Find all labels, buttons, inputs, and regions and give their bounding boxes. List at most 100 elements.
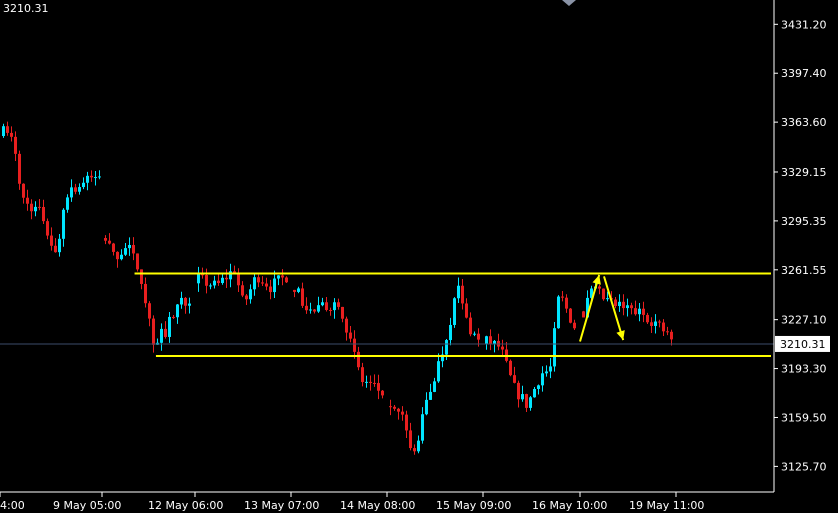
candle-bear	[405, 414, 408, 431]
candle-bear	[26, 197, 29, 204]
candle-bear	[329, 309, 332, 311]
candle-bear	[184, 297, 187, 306]
candle-bear	[393, 406, 396, 409]
candle-bull	[626, 305, 629, 309]
candle-bull	[365, 381, 368, 383]
candle-bear	[305, 305, 308, 311]
candle-bear	[642, 308, 645, 315]
price-readout: 3210.31	[3, 2, 49, 15]
candle-bull	[537, 385, 540, 389]
candle-bear	[465, 303, 468, 318]
candle-bull	[425, 399, 428, 415]
candle-bear	[50, 235, 53, 246]
candle-bull	[82, 182, 85, 188]
candle-bull	[618, 301, 621, 307]
candle-bear	[409, 430, 412, 449]
candle-bear	[14, 136, 17, 154]
candle-bear	[144, 283, 147, 304]
candle-bear	[241, 285, 244, 296]
price-chart[interactable]: 3431.20 3397.40 3363.60 3329.15 3295.35 3261.…	[0, 0, 838, 513]
price-tick-label: 3159.50	[781, 411, 827, 424]
price-tick-label: 3227.10	[781, 314, 827, 327]
candle-bear	[401, 411, 404, 415]
candle-bear	[349, 332, 352, 339]
candle-bear	[489, 336, 492, 345]
candle-bull	[485, 336, 488, 344]
time-tick-label: 16 May 10:00	[532, 499, 607, 512]
candle-bear	[413, 448, 416, 452]
candle-bear	[313, 309, 316, 312]
candle-bear	[650, 322, 653, 326]
current-price-label: 3210.31	[780, 338, 826, 351]
candle-bull	[34, 206, 37, 212]
candle-bull	[98, 176, 101, 178]
candle-bear	[164, 328, 167, 337]
candle-bull	[321, 302, 324, 306]
candle-bear	[285, 277, 288, 283]
price-tick-label: 3397.40	[781, 67, 827, 80]
candle-bear	[389, 406, 392, 408]
candle-bear	[614, 299, 617, 307]
candle-bull	[437, 361, 440, 382]
candle-bull	[58, 238, 61, 253]
candle-bear	[245, 295, 248, 300]
candle-bear	[301, 288, 304, 306]
candle-bull	[188, 303, 191, 306]
candle-bear	[341, 306, 344, 319]
candle-bear	[172, 316, 175, 318]
candle-bear	[598, 286, 601, 289]
candle-bear	[634, 308, 637, 315]
candle-bull	[176, 304, 179, 318]
candle-bull	[445, 340, 448, 355]
candle-bull	[70, 187, 73, 198]
current-price-badge: 3210.31	[775, 335, 830, 352]
candle-bear	[622, 301, 625, 309]
candle-bull	[78, 187, 81, 192]
candle-bull	[180, 297, 183, 305]
candle-bear	[116, 251, 119, 260]
candle-bear	[112, 243, 115, 252]
candle-bear	[136, 253, 139, 270]
candle-bull	[541, 373, 544, 386]
candle-bull	[473, 333, 476, 335]
candle-bear	[293, 289, 296, 292]
candle-bear	[381, 390, 384, 396]
candle-bear	[357, 351, 360, 368]
candle-bear	[477, 333, 480, 340]
candle-bull	[160, 328, 163, 343]
candle-bear	[602, 288, 605, 300]
candle-bull	[453, 298, 456, 325]
time-tick-label: 9 May 05:00	[53, 499, 121, 512]
candle-bull	[529, 397, 532, 408]
candle-bear	[630, 305, 633, 309]
candle-bear	[148, 303, 151, 319]
candle-bear	[38, 206, 41, 208]
candle-bear	[461, 285, 464, 304]
candle-bear	[30, 203, 33, 212]
candle-bear	[469, 317, 472, 335]
candle-bear	[501, 346, 504, 350]
candle-bull	[94, 177, 97, 179]
candle-bear	[361, 367, 364, 383]
candle-bear	[54, 245, 57, 253]
candle-bear	[345, 318, 348, 333]
candle-bear	[281, 275, 284, 278]
candle-bear	[108, 240, 111, 244]
candle-bear	[369, 381, 372, 383]
candle-bull	[449, 324, 452, 341]
candle-bear	[265, 283, 268, 287]
candle-bull	[549, 366, 552, 372]
candle-bear	[257, 277, 260, 283]
candle-bull	[417, 440, 420, 452]
price-tick-label: 3193.30	[781, 363, 827, 376]
candle-bear	[140, 269, 143, 284]
price-tick-label: 3125.70	[781, 460, 827, 473]
price-tick-label: 3363.60	[781, 116, 827, 129]
candle-bear	[205, 274, 208, 286]
candle-bull	[638, 308, 641, 315]
price-tick-label: 3431.20	[781, 18, 827, 31]
candle-bull	[429, 391, 432, 400]
candle-bull	[606, 298, 609, 300]
time-tick-label: 12 May 06:00	[148, 499, 223, 512]
candle-bull	[128, 244, 131, 249]
